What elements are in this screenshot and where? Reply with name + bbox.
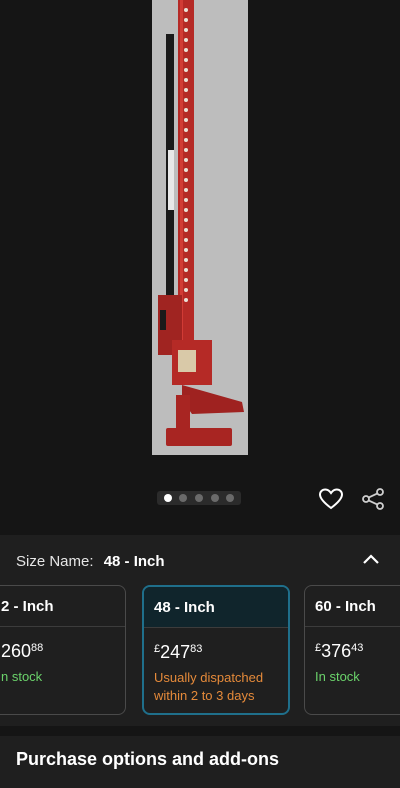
size-options-carousel[interactable]: 2 - Inch 26088 n stock 48 - Inch £24783 … xyxy=(0,585,400,717)
size-option-card[interactable]: 2 - Inch 26088 n stock xyxy=(0,585,126,715)
stock-status: In stock xyxy=(315,669,360,684)
pager-dot[interactable] xyxy=(179,494,188,502)
size-option-price: £24783 xyxy=(144,638,288,663)
size-option-title: 2 - Inch xyxy=(0,586,125,627)
price-fraction: 88 xyxy=(31,642,44,654)
price-whole: 260 xyxy=(1,641,32,661)
image-gallery[interactable] xyxy=(0,0,400,535)
size-name-value: 48 - Inch xyxy=(103,553,165,570)
size-option-card[interactable]: 60 - Inch £37643 In stock xyxy=(304,585,400,715)
heart-icon xyxy=(319,488,343,510)
price-whole: 247 xyxy=(160,642,191,662)
size-selector-sheet: Size Name: 48 - Inch 2 - Inch 26088 n st… xyxy=(0,535,400,788)
price-fraction: 43 xyxy=(351,642,364,654)
stock-status: n stock xyxy=(1,669,43,684)
pager-dot[interactable] xyxy=(226,494,235,502)
product-image[interactable] xyxy=(152,0,248,455)
price-fraction: 83 xyxy=(190,643,203,655)
share-button[interactable] xyxy=(359,485,387,513)
image-pager-dots[interactable] xyxy=(157,491,241,505)
pager-dot-active[interactable] xyxy=(163,494,172,502)
pager-dot[interactable] xyxy=(194,494,203,502)
size-name-label: Size Name: xyxy=(16,553,94,570)
collapse-button[interactable] xyxy=(359,547,383,571)
dispatch-status: Usually dispatched within 2 to 3 days xyxy=(154,670,264,703)
share-icon xyxy=(362,488,384,510)
size-option-price: 26088 xyxy=(0,637,125,662)
chevron-up-icon xyxy=(363,554,379,564)
size-option-title: 60 - Inch xyxy=(305,586,400,627)
price-whole: 376 xyxy=(321,641,352,661)
size-name-header: Size Name: 48 - Inch xyxy=(16,553,165,570)
size-option-card-selected[interactable]: 48 - Inch £24783 Usually dispatched with… xyxy=(142,585,290,715)
jack-illustration xyxy=(152,0,248,455)
wishlist-button[interactable] xyxy=(317,485,345,513)
size-option-title: 48 - Inch xyxy=(144,587,288,628)
section-divider xyxy=(0,726,400,736)
pager-dot[interactable] xyxy=(210,494,219,502)
size-option-price: £37643 xyxy=(305,637,400,662)
purchase-options-heading: Purchase options and add-ons xyxy=(16,749,280,769)
